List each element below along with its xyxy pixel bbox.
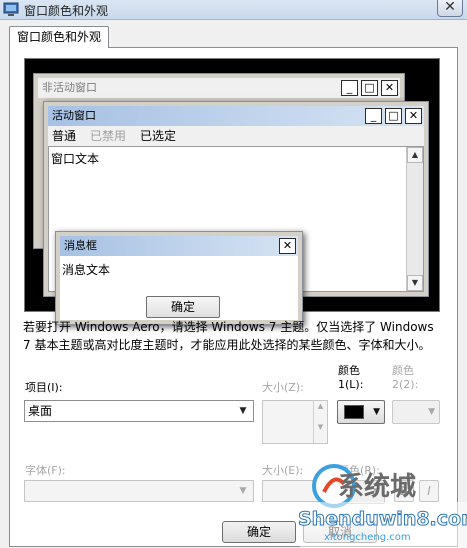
item-label: 项目(I): bbox=[25, 381, 63, 394]
preview-message-box: 消息框 ✕ 消息文本 确定 bbox=[55, 231, 303, 325]
aero-description: 若要打开 Windows Aero，请选择 Windows 7 主题。仅当选择了… bbox=[23, 320, 434, 352]
maximize-icon: □ bbox=[361, 80, 378, 96]
window-title: 窗口颜色和外观 bbox=[24, 4, 109, 18]
spin-down-icon[interactable]: ▼ bbox=[314, 422, 327, 443]
appearance-preview[interactable]: 非活动窗口 _ □ ✕ 活动窗口 _ □ ✕ 普通 已禁用 已选定 窗口文本 ▲… bbox=[24, 58, 440, 325]
watermark-subsite: xitongcheng.com bbox=[324, 532, 411, 543]
chevron-down-icon: ▼ bbox=[239, 486, 247, 496]
font-label: 字体(F): bbox=[25, 464, 66, 477]
active-window-titlebar: 活动窗口 _ □ ✕ bbox=[48, 106, 424, 126]
menu-normal: 普通 bbox=[52, 129, 77, 143]
ok-button[interactable]: 确定 bbox=[222, 521, 296, 543]
message-box-titlebar: 消息框 ✕ bbox=[60, 236, 298, 256]
item-size-spin-buttons: ▲ ▼ bbox=[313, 401, 327, 443]
item-size-label: 大小(Z): bbox=[262, 381, 304, 394]
message-box-body: 消息文本 确定 bbox=[60, 256, 298, 320]
minimize-icon: _ bbox=[365, 108, 382, 124]
color1-label-line1: 颜色 bbox=[338, 364, 360, 377]
minimize-icon: _ bbox=[341, 80, 358, 96]
close-icon: ✕ bbox=[279, 238, 296, 254]
preview-ok-button: 确定 bbox=[146, 296, 220, 318]
preview-scrollbar: ▲ ▼ bbox=[406, 147, 423, 291]
preview-menubar: 普通 已禁用 已选定 bbox=[48, 126, 424, 146]
title-bar: 窗口颜色和外观 ✕ bbox=[0, 0, 467, 20]
watermark-logo-text: 系统城 bbox=[338, 472, 417, 502]
chevron-down-icon: ▼ bbox=[428, 407, 435, 417]
message-text: 消息文本 bbox=[62, 263, 111, 277]
item-select[interactable]: 桌面 ▼ bbox=[24, 400, 254, 422]
chevron-down-icon: ▼ bbox=[239, 406, 247, 416]
menu-selected: 已选定 bbox=[140, 129, 177, 143]
color1-picker-button[interactable]: ▼ bbox=[337, 400, 385, 424]
color2-label-line2: 2(2): bbox=[392, 378, 419, 391]
window-text: 窗口文本 bbox=[51, 152, 100, 166]
scroll-down-icon: ▼ bbox=[407, 275, 423, 291]
active-window-title: 活动窗口 bbox=[52, 109, 96, 122]
message-box-title: 消息框 bbox=[64, 239, 97, 252]
menu-disabled: 已禁用 bbox=[90, 129, 127, 143]
font-size-label: 大小(E): bbox=[262, 464, 304, 477]
display-properties-icon bbox=[3, 2, 19, 16]
color2-label-line1: 颜色 bbox=[392, 364, 414, 377]
close-icon: ✕ bbox=[381, 80, 398, 96]
tab-window-color-appearance[interactable]: 窗口颜色和外观 bbox=[9, 26, 109, 48]
item-select-value: 桌面 bbox=[28, 404, 53, 418]
spin-up-icon[interactable]: ▲ bbox=[314, 401, 327, 422]
item-size-spinner[interactable]: ▲ ▼ bbox=[262, 400, 328, 444]
window-close-button[interactable]: ✕ bbox=[437, 0, 463, 17]
font-select[interactable]: ▼ bbox=[24, 480, 254, 502]
inactive-window-titlebar: 非活动窗口 _ □ ✕ bbox=[38, 78, 400, 98]
color2-picker-button[interactable]: ▼ bbox=[392, 400, 440, 424]
inactive-window-title: 非活动窗口 bbox=[42, 81, 97, 94]
maximize-icon: □ bbox=[385, 108, 402, 124]
scroll-up-icon: ▲ bbox=[407, 147, 423, 163]
watermark-site: Shenduwin8.com bbox=[298, 508, 467, 531]
close-icon: ✕ bbox=[405, 108, 422, 124]
chevron-down-icon: ▼ bbox=[373, 407, 380, 417]
color1-label-line2: 1(L): bbox=[338, 378, 364, 391]
color1-swatch bbox=[344, 405, 364, 419]
